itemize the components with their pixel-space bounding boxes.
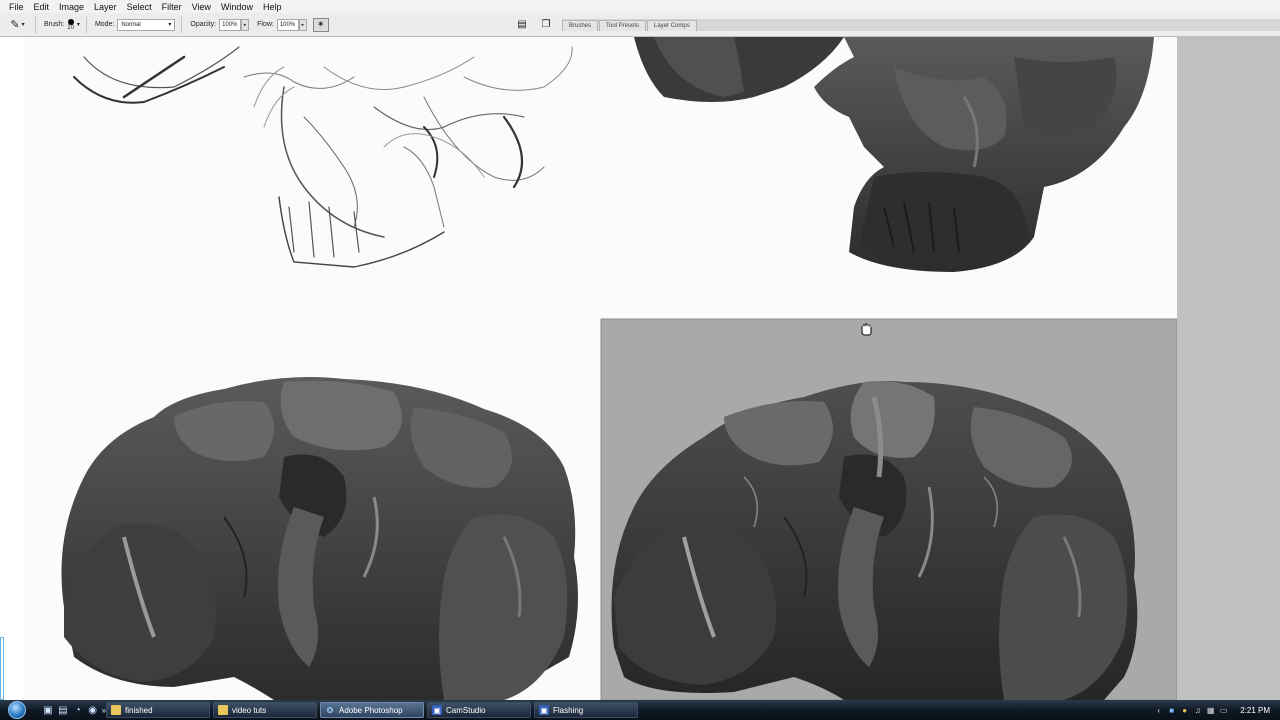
- quick-launch: ▣ ▤ ◔ ◉ »: [42, 704, 106, 716]
- pasteboard-left: [0, 37, 24, 700]
- tab-tool-presets[interactable]: Tool Presets: [599, 20, 647, 31]
- start-button[interactable]: [0, 700, 34, 720]
- menu-view[interactable]: View: [187, 2, 216, 12]
- media-icon[interactable]: ◉: [87, 704, 99, 716]
- show-desktop-icon[interactable]: ▣: [42, 704, 54, 716]
- taskbar-item-label: Adobe Photoshop: [339, 705, 403, 715]
- mode-label: Mode:: [94, 21, 115, 28]
- shield-icon[interactable]: ■: [1167, 706, 1176, 715]
- menu-image[interactable]: Image: [54, 2, 89, 12]
- opacity-slider-toggle-icon[interactable]: ▸: [241, 18, 250, 31]
- clock[interactable]: 2:21 PM: [1240, 706, 1270, 715]
- menu-layer[interactable]: Layer: [89, 2, 122, 12]
- sketch-artwork: [73, 46, 573, 268]
- taskbar-item-flashing[interactable]: ▣ Flashing: [534, 702, 638, 718]
- menu-edit[interactable]: Edit: [29, 2, 55, 12]
- divider: [181, 16, 183, 33]
- brush-picker[interactable]: 10: [67, 18, 74, 31]
- tool-options-bar: ✎ ▾ Brush: 10 ▾ Mode: Normal ▾ Opacity: 1…: [0, 13, 1280, 37]
- divider: [85, 16, 87, 33]
- taskbar-item-photoshop[interactable]: ❂ Adobe Photoshop: [320, 702, 424, 718]
- flow-slider-toggle-icon[interactable]: ▸: [298, 18, 307, 31]
- taskbar-item-label: Flashing: [553, 705, 584, 715]
- switch-windows-icon[interactable]: ▤: [57, 704, 69, 716]
- tab-layer-comps[interactable]: Layer Comps: [647, 20, 697, 31]
- taskbar-item-video-tuts[interactable]: video tuts: [213, 702, 317, 718]
- menu-file[interactable]: File: [4, 2, 29, 12]
- menu-select[interactable]: Select: [122, 2, 157, 12]
- taskbar-item-label: video tuts: [232, 705, 267, 715]
- browser-icon[interactable]: ◔: [72, 704, 84, 716]
- airbrush-icon[interactable]: ✶: [312, 17, 329, 32]
- menu-filter[interactable]: Filter: [157, 2, 187, 12]
- tab-brushes[interactable]: Brushes: [562, 20, 599, 31]
- window-icon: ▣: [539, 705, 549, 715]
- panel-edge: [0, 637, 4, 700]
- brush-tool-icon[interactable]: ✎ ▾: [0, 15, 36, 34]
- document-window: [0, 37, 1280, 700]
- chevron-down-icon: ▾: [168, 22, 172, 28]
- taskbar-item-label: finished: [125, 705, 153, 715]
- system-tray: ‹ ■ ● ♫ ▦ ▭ 2:21 PM: [1148, 700, 1280, 720]
- file-browser-icon[interactable]: ▤: [514, 17, 530, 31]
- shaded-creature-artwork: [61, 376, 578, 700]
- taskbar: ▣ ▤ ◔ ◉ » finished video tuts ❂ Adobe Ph…: [0, 700, 1280, 720]
- palette-icon[interactable]: ❐: [538, 17, 554, 31]
- windows-logo-icon: [8, 701, 26, 719]
- menu-help[interactable]: Help: [258, 2, 287, 12]
- device-icon[interactable]: ▭: [1219, 706, 1228, 715]
- taskbar-item-camstudio[interactable]: ▣ CamStudio: [427, 702, 531, 718]
- opacity-input[interactable]: 100%: [219, 18, 242, 31]
- menu-bar: File Edit Image Layer Select Filter View…: [0, 0, 1280, 13]
- photoshop-icon: ❂: [326, 705, 334, 715]
- network-icon[interactable]: ▦: [1206, 706, 1215, 715]
- volume-icon[interactable]: ♫: [1193, 706, 1202, 715]
- info-icon[interactable]: ●: [1180, 706, 1189, 715]
- taskbar-item-label: CamStudio: [446, 705, 486, 715]
- palette-well: Brushes Tool Presets Layer Comps: [562, 19, 1280, 31]
- chevron-left-icon[interactable]: ‹: [1154, 706, 1163, 715]
- mode-select[interactable]: Normal ▾: [117, 18, 176, 31]
- brush-size: 10: [67, 24, 74, 31]
- brush-label: Brush:: [44, 21, 65, 28]
- mode-value: Normal: [121, 21, 141, 28]
- folder-icon: [218, 705, 228, 715]
- opacity-label: Opacity:: [190, 21, 217, 28]
- flow-label: Flow:: [257, 21, 274, 28]
- folder-icon: [111, 705, 121, 715]
- brush-dropdown-icon[interactable]: ▾: [77, 21, 80, 28]
- grayscale-blockin-artwork: [634, 37, 1154, 272]
- camstudio-icon: ▣: [432, 705, 442, 715]
- flow-input[interactable]: 100%: [276, 18, 299, 31]
- menu-window[interactable]: Window: [216, 2, 258, 12]
- canvas[interactable]: [24, 37, 1177, 700]
- taskbar-item-finished[interactable]: finished: [106, 702, 210, 718]
